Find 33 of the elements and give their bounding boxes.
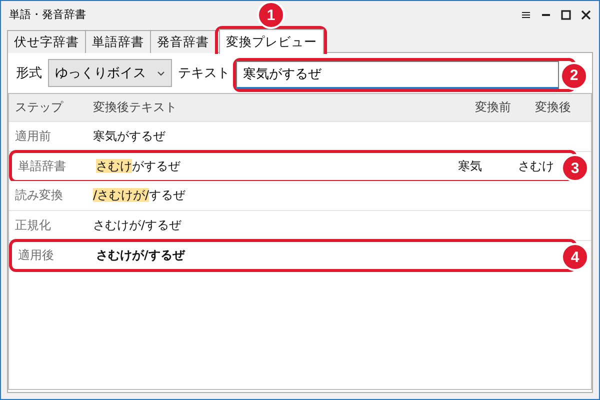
step-cell-text: 読み変換 — [15, 187, 64, 204]
table-cell-text: さむけ — [518, 158, 555, 175]
tab[interactable]: 発音辞書 — [150, 30, 216, 53]
step-cell-text: 適用後 — [18, 247, 55, 264]
column-header[interactable]: 変換前 — [475, 99, 535, 116]
format-label: 形式 — [16, 65, 42, 82]
tab[interactable]: 単語辞書 — [85, 30, 151, 53]
text-label: テキスト — [178, 65, 230, 82]
table-cell-text: 寒気 — [458, 158, 483, 175]
callout-badge: 2 — [560, 62, 588, 90]
text-field[interactable]: 寒気がするぜ — [236, 60, 559, 88]
maximize-icon[interactable] — [561, 10, 571, 20]
tab[interactable]: 変換プレビュー — [219, 29, 324, 54]
result-cell-text: /さむけが/するぜ — [93, 187, 186, 204]
column-header[interactable]: 変換後 — [535, 99, 591, 116]
step-cell-text: 正規化 — [15, 217, 52, 234]
format-dropdown[interactable]: ゆっくりボイス — [48, 59, 172, 87]
result-cell-text: 寒気がするぜ — [93, 128, 166, 145]
step-cell-text: 適用前 — [15, 128, 52, 145]
window-title: 単語・発音辞書 — [9, 7, 86, 22]
close-icon[interactable] — [581, 10, 591, 20]
callout-badge: 3 — [561, 154, 589, 182]
result-cell-text: さむけが/するぜ — [93, 217, 182, 234]
callout-badge: 1 — [257, 1, 285, 29]
result-cell-text: さむけがするぜ — [96, 158, 182, 175]
chevron-icon — [157, 70, 165, 76]
callout-badge: 4 — [561, 243, 589, 271]
menu-icon[interactable] — [521, 10, 531, 20]
column-header[interactable]: ステップ — [15, 99, 93, 116]
column-header[interactable]: 変換後テキスト — [93, 99, 475, 116]
tab[interactable]: 伏せ字辞書 — [7, 30, 86, 53]
step-cell-text: 単語辞書 — [18, 158, 67, 175]
result-cell-text: さむけが/するぜ — [96, 247, 186, 264]
